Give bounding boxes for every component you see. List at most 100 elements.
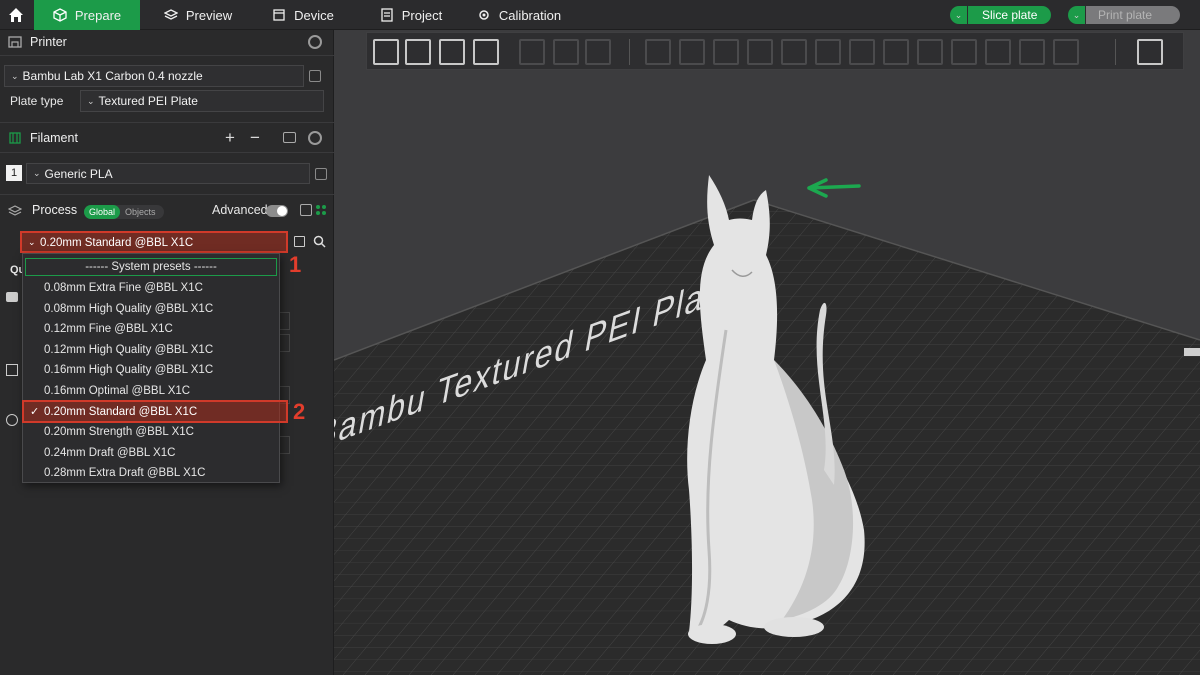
save-preset-icon[interactable] bbox=[294, 236, 305, 247]
chevron-down-icon: ⌄ bbox=[28, 237, 36, 247]
3d-viewport[interactable]: Bambu Textured PEI Plate bbox=[334, 30, 1200, 675]
green-axis-arrow bbox=[807, 178, 861, 198]
advanced-toggle[interactable] bbox=[266, 205, 288, 217]
chevron-down-icon: ⌄ bbox=[1072, 9, 1081, 20]
color-painting-icon[interactable] bbox=[951, 39, 977, 65]
toggle-global[interactable]: Global bbox=[84, 205, 121, 219]
plate-type-value: Textured PEI Plate bbox=[98, 94, 198, 108]
compare-presets-icon[interactable] bbox=[300, 204, 312, 216]
preset-option[interactable]: 0.08mm High Quality @BBL X1C bbox=[23, 299, 279, 319]
filament-settings-gear-icon[interactable] bbox=[308, 131, 322, 145]
preset-select-value: 0.20mm Standard @BBL X1C bbox=[40, 237, 194, 249]
process-section-title: Process bbox=[32, 203, 78, 217]
remove-filament-icon[interactable]: − bbox=[250, 128, 260, 148]
preset-option[interactable]: 0.08mm Extra Fine @BBL X1C bbox=[23, 278, 279, 298]
toolbar-divider bbox=[629, 39, 630, 65]
preset-dropdown: ------ System presets ------ 0.08mm Extr… bbox=[22, 253, 280, 483]
assembly-view-icon[interactable] bbox=[1137, 39, 1163, 65]
assembly-tool-icon[interactable] bbox=[1019, 39, 1045, 65]
plate-edge-marker bbox=[1184, 348, 1200, 356]
advanced-label: Advanced bbox=[212, 203, 268, 217]
chevron-down-icon: ⌄ bbox=[954, 9, 963, 20]
printer-select[interactable]: ⌄ Bambu Lab X1 Carbon 0.4 nozzle bbox=[4, 65, 304, 87]
preset-option[interactable]: 0.12mm High Quality @BBL X1C bbox=[23, 340, 279, 360]
print-plate-button[interactable]: Print plate bbox=[1086, 6, 1181, 24]
printer-icon bbox=[8, 36, 22, 48]
search-icon[interactable] bbox=[313, 235, 326, 248]
add-plate-icon[interactable] bbox=[405, 39, 431, 65]
add-object-icon[interactable] bbox=[373, 39, 399, 65]
preset-option-selected[interactable]: ✓ 0.20mm Standard @BBL X1C bbox=[22, 400, 288, 423]
filament-select-value: Generic PLA bbox=[44, 166, 113, 181]
tab-label: Calibration bbox=[498, 7, 562, 23]
filament-sync-icon[interactable] bbox=[283, 132, 296, 143]
chevron-down-icon: ⌄ bbox=[87, 95, 95, 106]
chevron-down-icon: ⌄ bbox=[11, 70, 19, 81]
strength-icon bbox=[6, 364, 18, 376]
layers-editing-icon[interactable] bbox=[585, 39, 611, 65]
variable-layer-height-icon[interactable] bbox=[1053, 39, 1079, 65]
preset-option[interactable]: 0.24mm Draft @BBL X1C bbox=[23, 443, 279, 463]
checkmark-icon: ✓ bbox=[30, 406, 40, 418]
text-tool-icon[interactable] bbox=[917, 39, 943, 65]
printer-section-title: Printer bbox=[30, 35, 67, 49]
preset-option[interactable]: 0.28mm Extra Draft @BBL X1C bbox=[23, 463, 279, 483]
bg-field bbox=[280, 334, 290, 352]
tab-label: Prepare bbox=[74, 7, 122, 23]
bg-field bbox=[280, 436, 290, 454]
process-layers-icon bbox=[8, 205, 22, 216]
device-icon bbox=[273, 9, 285, 21]
top-bar: Prepare Preview Device Project Calibrati… bbox=[0, 0, 1200, 30]
print-dropdown-button[interactable]: ⌄ bbox=[1068, 6, 1086, 24]
preset-option[interactable]: 0.16mm High Quality @BBL X1C bbox=[23, 360, 279, 380]
bg-field bbox=[280, 312, 290, 330]
calibration-icon bbox=[479, 10, 489, 20]
home-icon bbox=[9, 8, 23, 22]
process-grid-icon[interactable] bbox=[315, 204, 327, 216]
slice-plate-group: ⌄ Slice plate bbox=[950, 6, 1052, 24]
divider bbox=[0, 55, 334, 56]
tab-preview[interactable]: Preview bbox=[158, 0, 238, 30]
toggle-objects[interactable]: Objects bbox=[120, 205, 161, 219]
process-preset-select[interactable]: ⌄ 0.20mm Standard @BBL X1C bbox=[20, 231, 288, 253]
measure-tool-icon[interactable] bbox=[985, 39, 1011, 65]
plate-type-select[interactable]: ⌄ Textured PEI Plate bbox=[80, 90, 324, 112]
support-painting-icon[interactable] bbox=[849, 39, 875, 65]
printer-settings-gear-icon[interactable] bbox=[308, 35, 322, 49]
preset-option[interactable]: 0.12mm Fine @BBL X1C bbox=[23, 319, 279, 339]
tab-project[interactable]: Project bbox=[376, 0, 446, 30]
tab-calibration[interactable]: Calibration bbox=[474, 0, 564, 30]
quality-icon bbox=[6, 292, 18, 302]
speed-icon bbox=[6, 414, 18, 426]
system-presets-header: ------ System presets ------ bbox=[25, 258, 277, 276]
seam-painting-icon[interactable] bbox=[883, 39, 909, 65]
tab-label: Preview bbox=[185, 7, 233, 23]
cut-tool-icon[interactable] bbox=[781, 39, 807, 65]
preset-option[interactable]: 0.16mm Optimal @BBL X1C bbox=[23, 381, 279, 401]
rotate-tool-icon[interactable] bbox=[679, 39, 705, 65]
slice-plate-button[interactable]: Slice plate bbox=[968, 6, 1052, 24]
move-tool-icon[interactable] bbox=[645, 39, 671, 65]
global-objects-toggle[interactable]: Global Objects bbox=[84, 205, 164, 219]
arrange-icon[interactable] bbox=[473, 39, 499, 65]
auto-orient-icon[interactable] bbox=[439, 39, 465, 65]
add-filament-icon[interactable]: + bbox=[225, 128, 235, 148]
plate-type-label: Plate type bbox=[10, 94, 64, 108]
lay-on-face-icon[interactable] bbox=[747, 39, 773, 65]
tab-device[interactable]: Device bbox=[268, 0, 338, 30]
preset-option[interactable]: 0.20mm Strength @BBL X1C bbox=[23, 422, 279, 442]
scale-tool-icon[interactable] bbox=[713, 39, 739, 65]
filament-slot-number: 1 bbox=[6, 165, 22, 181]
split-parts-icon[interactable] bbox=[553, 39, 579, 65]
tab-prepare[interactable]: Prepare bbox=[34, 0, 140, 30]
tab-label: Project bbox=[401, 7, 443, 23]
edit-printer-icon[interactable] bbox=[309, 70, 321, 82]
slice-dropdown-button[interactable]: ⌄ bbox=[950, 6, 968, 24]
mesh-boolean-icon[interactable] bbox=[815, 39, 841, 65]
split-objects-icon[interactable] bbox=[519, 39, 545, 65]
filament-select[interactable]: ⌄ Generic PLA bbox=[26, 163, 310, 184]
step-1-marker: 1 bbox=[289, 252, 302, 277]
edit-filament-icon[interactable] bbox=[315, 168, 327, 180]
toolbar-divider bbox=[1115, 39, 1116, 65]
home-button[interactable] bbox=[0, 0, 32, 30]
